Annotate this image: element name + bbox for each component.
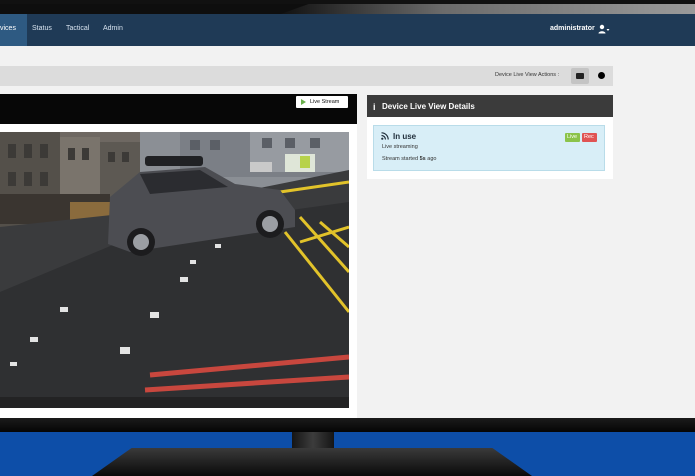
nav-item-admin[interactable]: Admin [103, 25, 123, 32]
info-icon: i [373, 102, 376, 112]
stream-started-label: Stream started 5s ago [382, 156, 436, 162]
rec-badge: Rec [582, 133, 597, 142]
record-dot-icon [598, 72, 605, 79]
sub-status-label: Live streaming [382, 144, 418, 150]
user-menu-name[interactable]: administrator [550, 25, 595, 32]
monitor-bottom-bezel [0, 418, 695, 432]
live-badge: Live [565, 133, 580, 142]
stream-started-value: 5s [419, 156, 426, 162]
user-icon[interactable] [598, 24, 610, 34]
stream-started-suffix: ago [427, 156, 437, 162]
monitor-stand-base [92, 448, 532, 476]
nav-item-devices[interactable]: vices [0, 25, 16, 32]
actions-label: Device Live View Actions : [495, 72, 560, 78]
stream-started-prefix: Stream started [382, 156, 419, 162]
snapshot-button[interactable] [571, 68, 589, 84]
status-label: In use [393, 132, 417, 141]
monitor-screen: vices Status Tactical Admin administrato… [0, 14, 695, 418]
rss-icon [381, 132, 389, 140]
play-icon [301, 99, 306, 105]
live-video-frame[interactable] [0, 132, 349, 408]
nav-item-tactical[interactable]: Tactical [66, 25, 89, 32]
record-button[interactable] [593, 68, 611, 84]
details-title: Device Live View Details [382, 102, 475, 111]
live-stream-label: Live Stream [310, 99, 340, 105]
live-stream-button[interactable]: Live Stream [296, 96, 348, 108]
camera-icon [576, 73, 584, 79]
top-navbar: vices Status Tactical Admin administrato… [0, 14, 695, 46]
nav-item-status[interactable]: Status [32, 25, 52, 32]
